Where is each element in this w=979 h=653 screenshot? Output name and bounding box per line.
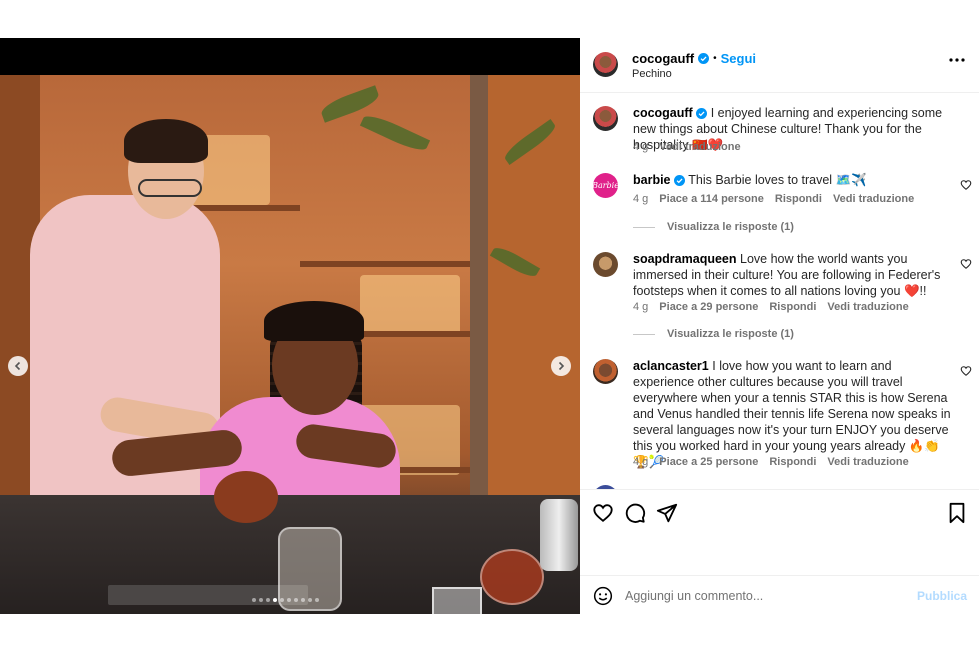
view-replies-label: Visualizza le risposte (1): [667, 221, 794, 233]
carousel-dot: [301, 598, 305, 602]
comment-meta: 4 g Piace a 25 persone Rispondi Vedi tra…: [633, 456, 909, 468]
player-hair: [264, 301, 364, 341]
verified-badge-icon: [674, 175, 685, 186]
avatar[interactable]: [593, 359, 618, 384]
heart-icon[interactable]: [592, 502, 614, 524]
post-photo[interactable]: [0, 75, 580, 614]
view-replies-button[interactable]: Visualizza le risposte (1): [633, 328, 794, 340]
header-user-row: cocogauff • Segui: [632, 51, 756, 66]
photo-shelf-light: [360, 275, 460, 335]
woman-hair: [124, 119, 208, 163]
comment-item: Barbie barbie This Barbie loves to trave…: [592, 172, 972, 222]
chevron-right-icon: [558, 361, 565, 371]
carousel-dot: [315, 598, 319, 602]
post-header: cocogauff • Segui Pechino: [580, 38, 979, 93]
publish-button[interactable]: Pubblica: [917, 589, 967, 603]
carousel-dot: [273, 598, 277, 602]
photo-pillar: [470, 75, 488, 535]
smiley-icon[interactable]: [593, 586, 613, 606]
carousel-dot: [266, 598, 270, 602]
post-media: [0, 38, 580, 614]
verified-badge-icon: [696, 108, 708, 119]
comment-icon[interactable]: [624, 502, 646, 524]
chevron-left-icon: [14, 361, 21, 371]
post-panel: cocogauff • Segui Pechino cocogauff I en…: [580, 38, 979, 614]
action-bar: [580, 489, 979, 580]
photo-plant-leaf: [359, 110, 431, 156]
follow-button[interactable]: Segui: [721, 51, 756, 66]
carousel-dot: [287, 598, 291, 602]
carousel-dot: [252, 598, 256, 602]
carousel-dot: [308, 598, 312, 602]
woman-glasses: [138, 179, 202, 197]
tea-jar: [480, 549, 544, 605]
separator-dot: •: [713, 53, 717, 64]
see-translation-link[interactable]: Vedi traduzione: [827, 456, 908, 468]
comment-username[interactable]: soapdramaqueen: [633, 252, 737, 266]
replies-divider-line: [633, 226, 655, 228]
comment-time[interactable]: 4 g: [633, 456, 648, 468]
reply-button[interactable]: Rispondi: [769, 301, 816, 313]
comment-username[interactable]: cocogauff: [633, 106, 693, 120]
carousel-indicator: [252, 598, 319, 602]
like-comment-heart-icon[interactable]: [960, 365, 972, 377]
comments-list[interactable]: cocogauff I enjoyed learning and experie…: [580, 93, 979, 489]
avatar[interactable]: [593, 52, 618, 77]
comment-meta: 4 g Vedi traduzione: [633, 141, 741, 153]
comment-likes-link[interactable]: Piace a 25 persone: [659, 456, 758, 468]
comment-time[interactable]: 4 g: [633, 193, 648, 205]
carousel-next-button[interactable]: [551, 356, 571, 376]
like-comment-heart-icon[interactable]: [960, 179, 972, 191]
view-replies-button[interactable]: Visualizza le risposte (1): [633, 221, 794, 233]
comment-username[interactable]: aclancaster1: [633, 359, 709, 373]
verified-badge-icon: [698, 53, 710, 64]
comment-time[interactable]: 4 g: [633, 141, 648, 153]
comment-text: barbie This Barbie loves to travel 🗺️✈️: [633, 172, 953, 188]
clay-teapot: [214, 471, 278, 523]
caption: cocogauff I enjoyed learning and experie…: [592, 105, 972, 153]
add-comment-bar: Aggiungi un commento... Pubblica: [580, 575, 979, 616]
reply-button[interactable]: Rispondi: [769, 456, 816, 468]
comment-likes-link[interactable]: Piace a 29 persone: [659, 301, 758, 313]
carousel-dot: [259, 598, 263, 602]
more-options-icon[interactable]: [949, 58, 965, 62]
like-comment-heart-icon[interactable]: [960, 258, 972, 270]
comment-meta: 4 g Piace a 114 persone Rispondi Vedi tr…: [633, 193, 914, 205]
see-translation-link[interactable]: Vedi traduzione: [833, 193, 914, 205]
comment-input[interactable]: Aggiungi un commento...: [625, 589, 763, 603]
share-icon[interactable]: [656, 502, 678, 524]
steel-kettle: [540, 499, 578, 571]
comment-item: soapdramaqueen Love how the world wants …: [592, 251, 972, 317]
photo-shelf: [300, 261, 470, 267]
see-translation-link[interactable]: Vedi traduzione: [827, 301, 908, 313]
replies-divider-line: [633, 333, 655, 335]
comment-time[interactable]: 4 g: [633, 301, 648, 313]
comment-text: soapdramaqueen Love how the world wants …: [633, 251, 953, 299]
reply-button[interactable]: Rispondi: [775, 193, 822, 205]
comment-username[interactable]: barbie: [633, 173, 671, 187]
comment-text: aclancaster1 I love how you want to lear…: [633, 358, 953, 470]
avatar[interactable]: [593, 252, 618, 277]
comment-body: This Barbie loves to travel 🗺️✈️: [688, 173, 867, 187]
see-translation-link[interactable]: Vedi traduzione: [659, 141, 740, 153]
post-location[interactable]: Pechino: [632, 68, 672, 80]
carousel-prev-button[interactable]: [8, 356, 28, 376]
comment-meta: 4 g Piace a 29 persone Rispondi Vedi tra…: [633, 301, 909, 313]
comment-item: aclancaster1 I love how you want to lear…: [592, 358, 972, 473]
carousel-dot: [280, 598, 284, 602]
avatar[interactable]: [593, 106, 618, 131]
carousel-dot: [294, 598, 298, 602]
post-username[interactable]: cocogauff: [632, 51, 694, 66]
comment-body: I love how you want to learn and experie…: [633, 359, 951, 469]
bookmark-icon[interactable]: [947, 502, 967, 524]
comment-likes-link[interactable]: Piace a 114 persone: [659, 193, 764, 205]
view-replies-label: Visualizza le risposte (1): [667, 328, 794, 340]
tea-cup: [432, 587, 482, 614]
avatar[interactable]: Barbie: [593, 173, 618, 198]
